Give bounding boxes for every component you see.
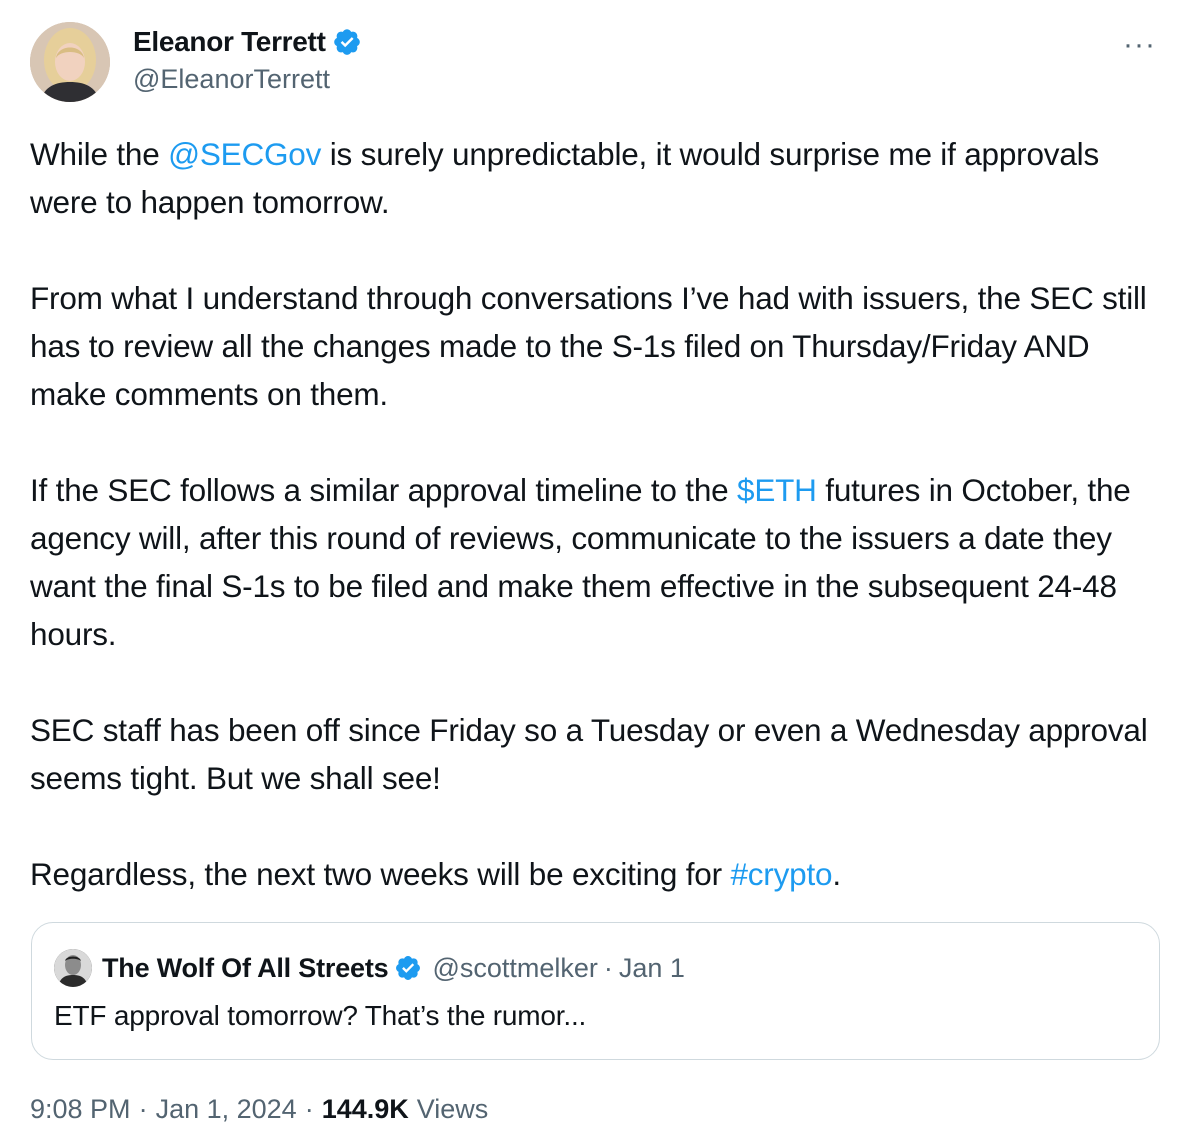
meta-separator: · bbox=[138, 1094, 148, 1124]
quoted-author-handle: @scottmelker bbox=[432, 952, 598, 983]
tweet-paragraph-1: While the @SECGov is surely unpredictabl… bbox=[30, 130, 1170, 226]
mention-link[interactable]: @SECGov bbox=[168, 136, 321, 172]
tweet-author: Eleanor Terrett @EleanorTerrett bbox=[133, 24, 362, 95]
author-avatar[interactable] bbox=[30, 22, 110, 102]
hashtag-link[interactable]: #crypto bbox=[730, 856, 832, 892]
meta-separator: · bbox=[603, 952, 613, 983]
quoted-author-name: The Wolf Of All Streets bbox=[102, 952, 389, 983]
text-segment: While the bbox=[30, 136, 169, 172]
text-segment: . bbox=[832, 856, 841, 892]
text-segment: If the SEC follows a similar approval ti… bbox=[30, 472, 738, 508]
tweet-paragraph-2: From what I understand through conversat… bbox=[30, 280, 1147, 412]
text-segment: Regardless, the next two weeks will be e… bbox=[30, 856, 731, 892]
views-label: Views bbox=[416, 1094, 489, 1124]
author-name[interactable]: Eleanor Terrett bbox=[133, 26, 326, 58]
quoted-tweet-card[interactable]: The Wolf Of All Streets @scottmelker · J… bbox=[31, 922, 1160, 1060]
quoted-tweet-header: The Wolf Of All Streets @scottmelker · J… bbox=[54, 949, 685, 987]
quoted-tweet-text: ETF approval tomorrow? That’s the rumor.… bbox=[54, 1000, 587, 1031]
tweet-time[interactable]: 9:08 PM bbox=[30, 1094, 131, 1125]
avatar-photo-icon bbox=[30, 22, 110, 102]
quoted-tweet-date: Jan 1 bbox=[618, 952, 685, 983]
tweet-paragraph-5: Regardless, the next two weeks will be e… bbox=[30, 850, 1170, 898]
tweet-paragraph-3: If the SEC follows a similar approval ti… bbox=[30, 466, 1170, 658]
cashtag-link[interactable]: $ETH bbox=[737, 472, 817, 508]
quoted-author-avatar bbox=[54, 949, 92, 987]
tweet-paragraph-4: SEC staff has been off since Friday so a… bbox=[30, 712, 1148, 796]
meta-separator: · bbox=[304, 1094, 314, 1124]
views-count[interactable]: 144.9K bbox=[322, 1094, 409, 1125]
verified-badge-icon bbox=[396, 956, 421, 980]
avatar-photo-icon bbox=[54, 949, 92, 987]
more-options-icon[interactable]: ··· bbox=[1123, 28, 1156, 62]
tweet-metadata: 9:08 PM · Jan 1, 2024 · 144.9K Views bbox=[30, 1094, 488, 1125]
verified-badge-icon bbox=[333, 29, 360, 55]
author-handle[interactable]: @EleanorTerrett bbox=[133, 64, 362, 95]
tweet-text: While the @SECGov is surely unpredictabl… bbox=[30, 130, 1170, 898]
tweet-date[interactable]: Jan 1, 2024 bbox=[156, 1094, 297, 1125]
